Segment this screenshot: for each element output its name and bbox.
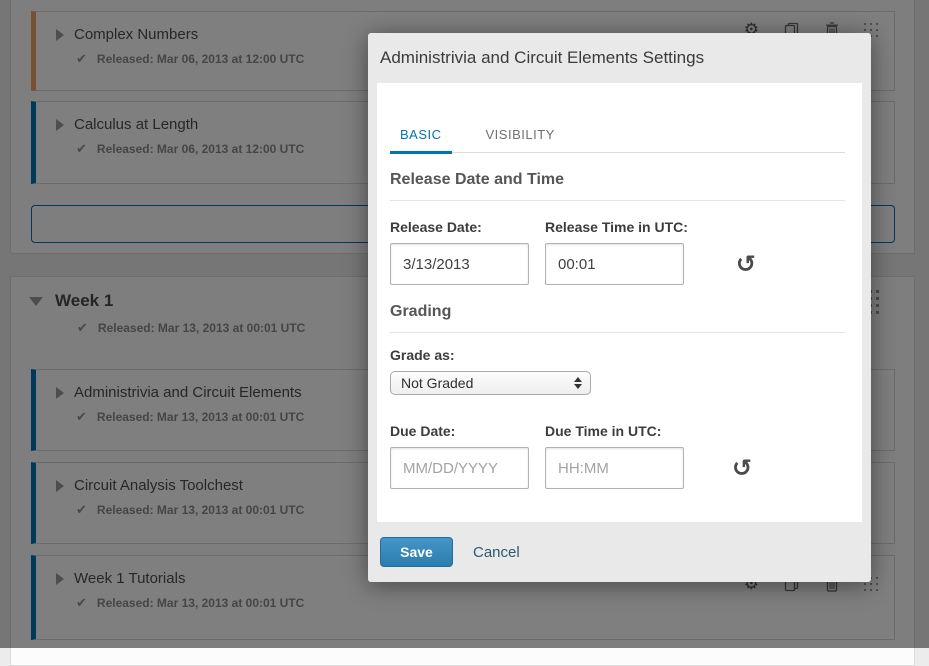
modal-body: BASIC VISIBILITY Release Date and Time R… xyxy=(377,83,862,522)
modal-title: Administrivia and Circuit Elements Setti… xyxy=(380,48,704,68)
due-time-label: Due Time in UTC: xyxy=(545,423,684,439)
tabs-row: BASIC VISIBILITY xyxy=(390,127,845,153)
due-date-label: Due Date: xyxy=(390,423,529,439)
tab-visibility[interactable]: VISIBILITY xyxy=(476,127,565,154)
modal-header: Administrivia and Circuit Elements Setti… xyxy=(368,33,871,83)
due-date-input[interactable] xyxy=(390,447,529,489)
grade-as-selected-value: Not Graded xyxy=(401,375,574,391)
select-stepper-icon xyxy=(574,377,582,389)
grade-as-select[interactable]: Not Graded xyxy=(390,371,591,395)
release-section-heading: Release Date and Time xyxy=(390,171,845,201)
release-time-label: Release Time in UTC: xyxy=(545,219,688,235)
modal-footer: Save Cancel xyxy=(368,522,871,582)
release-date-label: Release Date: xyxy=(390,219,529,235)
release-fields-row: Release Date: Release Time in UTC: ↺ xyxy=(390,219,845,285)
subsection-settings-modal: Administrivia and Circuit Elements Setti… xyxy=(368,33,871,582)
cancel-link[interactable]: Cancel xyxy=(473,544,520,561)
reset-release-icon[interactable]: ↺ xyxy=(736,249,756,279)
due-time-input[interactable] xyxy=(545,447,684,489)
reset-due-icon[interactable]: ↺ xyxy=(732,453,752,483)
grading-section-heading: Grading xyxy=(390,303,845,333)
release-date-input[interactable] xyxy=(390,243,529,285)
due-fields-row: Due Date: Due Time in UTC: ↺ xyxy=(390,423,845,489)
release-time-input[interactable] xyxy=(545,243,684,285)
tab-basic[interactable]: BASIC xyxy=(390,127,452,154)
save-button[interactable]: Save xyxy=(380,537,453,567)
grade-as-label: Grade as: xyxy=(390,347,845,363)
